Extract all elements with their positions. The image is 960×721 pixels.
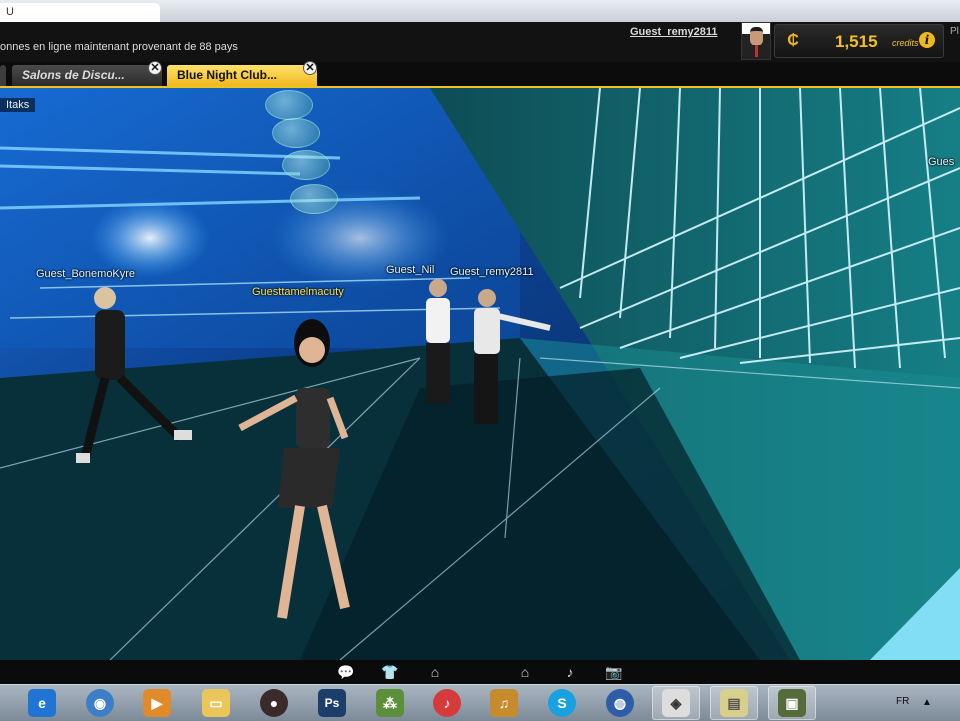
room-label: Itaks [0, 98, 36, 112]
credits-amount: 1,515 [835, 32, 878, 51]
tab-previous-stub[interactable] [0, 65, 6, 86]
credits-box[interactable]: ₵ 1,515 credits i [774, 24, 944, 58]
hanger-icon[interactable]: ⌂ [425, 664, 445, 680]
language-indicator[interactable]: FR [896, 696, 909, 707]
tray-arrow-icon[interactable]: ▲ [922, 697, 932, 708]
tab-salons-close-icon[interactable]: ✕ [148, 61, 162, 75]
shirt-icon[interactable]: 👕 [380, 664, 400, 680]
tab-salons[interactable]: Salons de Discu... [12, 65, 162, 86]
music-icon[interactable]: ♪ [560, 664, 580, 680]
browser-tab[interactable]: U [0, 3, 160, 22]
nametag-bonemokyre[interactable]: Guest_BonemoKyre [36, 268, 135, 280]
avatar[interactable] [741, 22, 771, 60]
camera-icon[interactable]: 📷 [604, 664, 624, 680]
browser-tab-strip: U [0, 0, 960, 23]
scene-graphics [0, 88, 960, 660]
music-note-icon[interactable]: ♫ [490, 689, 518, 717]
globe-icon[interactable]: ◍ [606, 689, 634, 717]
tab-salons-label: Salons de Discu... [22, 68, 125, 82]
nametag-guest-remy2811[interactable]: Guest_remy2811 [450, 266, 534, 278]
browser-tab-title: U [6, 6, 14, 18]
nametag-tamelmacuty[interactable]: Guesttamelmacuty [252, 286, 344, 298]
network-icon[interactable]: ⁂ [376, 689, 404, 717]
online-count-text: onnes en ligne maintenant provenant de 8… [0, 41, 238, 53]
avatar-head [750, 27, 763, 46]
edge-text: Pl [950, 26, 959, 37]
credits-coin-icon: ₵ [787, 32, 799, 49]
info-icon[interactable]: i [919, 32, 935, 48]
windows-taskbar: e ◉ ▶ ▭ ● Ps ⁂ ♪ ♫ S ◍ ◈ ▤ ▣ FR ▲ [0, 684, 960, 721]
top-header: onnes en ligne maintenant provenant de 8… [0, 22, 960, 62]
folder-icon[interactable]: ▭ [202, 689, 230, 717]
nametag-guest-right[interactable]: Gues [928, 156, 954, 168]
emote-bubble-2[interactable] [272, 118, 320, 148]
tab-blue-night-club-close-icon[interactable]: ✕ [303, 61, 317, 75]
emote-bubble-3[interactable] [282, 150, 330, 180]
media-player-icon[interactable]: ▶ [143, 689, 171, 717]
hud-toolbar: 💬 👕 ⌂ ⌂ ♪ 📷 [0, 660, 960, 684]
media-center-icon[interactable]: ◉ [86, 689, 114, 717]
game-scene[interactable]: Itaks Guest_BonemoKyre Guesttamelmacuty … [0, 88, 960, 660]
nametag-guest-nil[interactable]: Guest_Nil [386, 264, 434, 276]
emote-bubble-4[interactable] [290, 184, 338, 214]
emote-bubble-1[interactable] [265, 90, 313, 120]
room-tab-bar: Salons de Discu... ✕ Blue Night Club... … [0, 61, 960, 88]
notes-icon[interactable]: ▤ [720, 689, 748, 717]
ie-icon[interactable]: e [28, 689, 56, 717]
tab-blue-night-club-label: Blue Night Club... [177, 68, 277, 82]
imvu-icon[interactable]: ◈ [662, 689, 690, 717]
tab-blue-night-club[interactable]: Blue Night Club... [167, 65, 317, 86]
photoshop-icon[interactable]: Ps [318, 689, 346, 717]
avatar-tie [755, 45, 758, 57]
credits-label: credits [892, 38, 919, 48]
skype-icon[interactable]: S [548, 689, 576, 717]
home-icon[interactable]: ⌂ [515, 664, 535, 680]
game-icon[interactable]: ● [260, 689, 288, 717]
camera-app-icon[interactable]: ▣ [778, 689, 806, 717]
chat-icon[interactable]: 💬 [336, 664, 356, 680]
itunes-icon[interactable]: ♪ [433, 689, 461, 717]
username-link[interactable]: Guest_remy2811 [630, 26, 717, 38]
